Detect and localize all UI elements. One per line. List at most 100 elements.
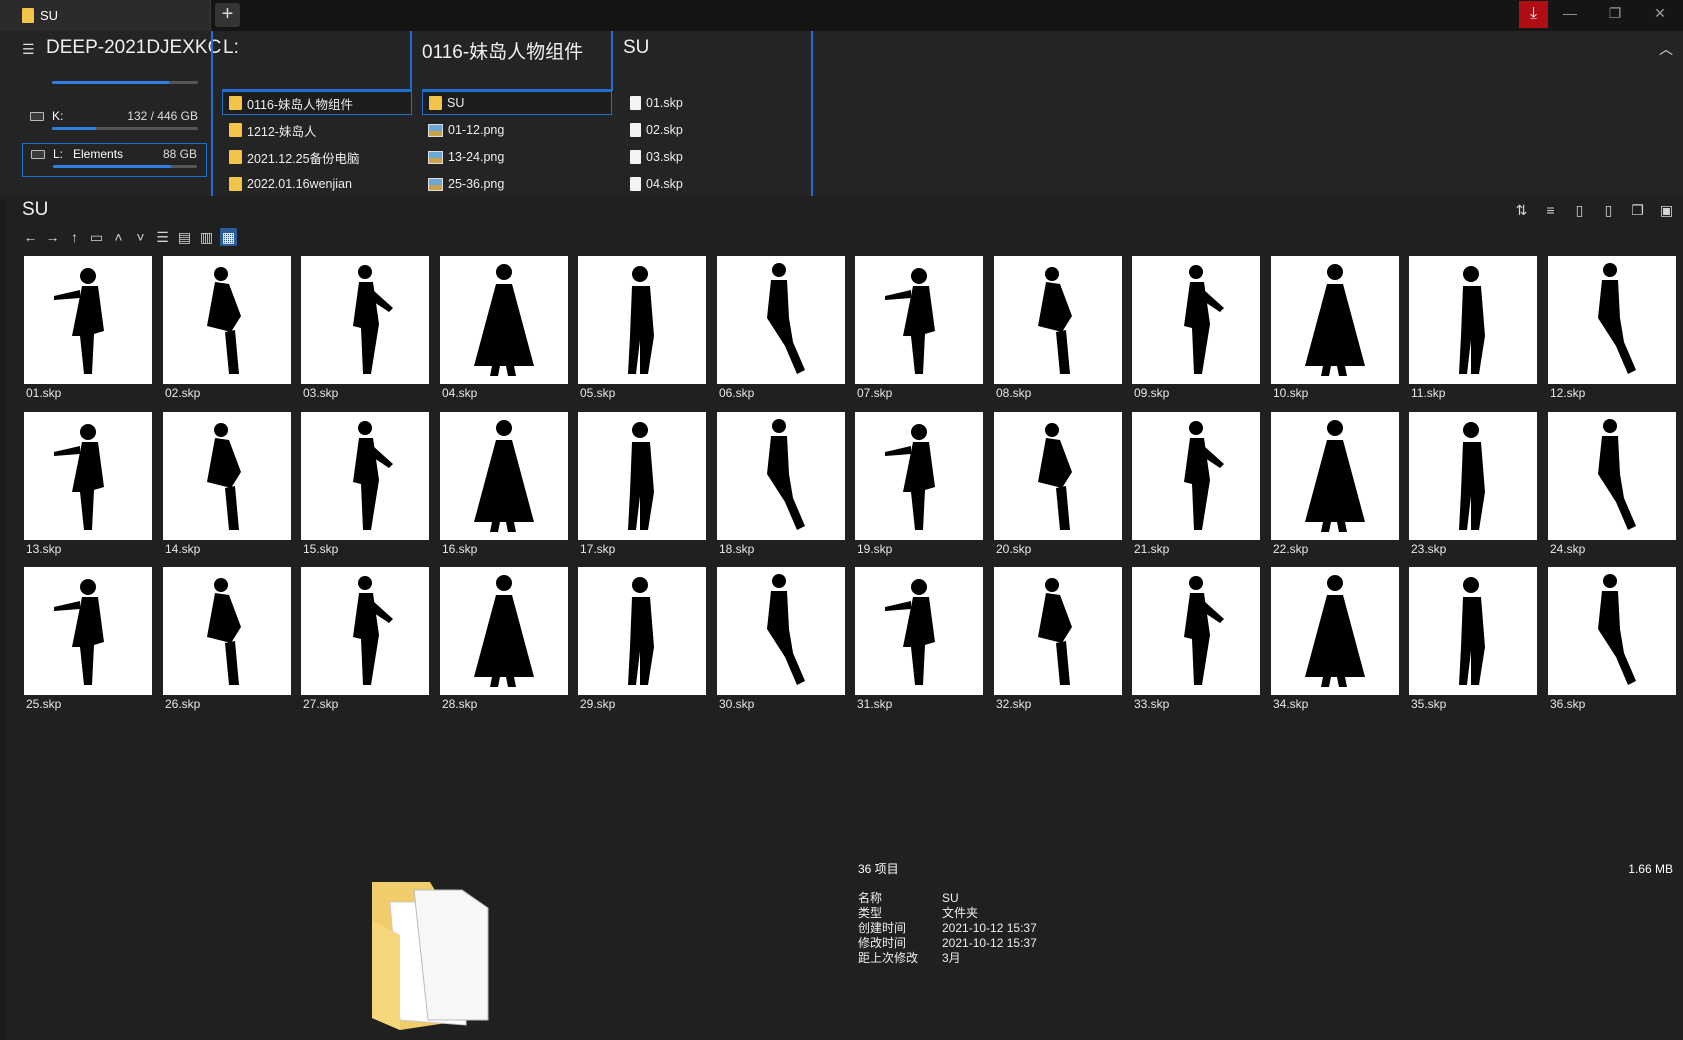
file-thumbnail[interactable]: 01.skp [24, 256, 152, 406]
file-thumbnail[interactable]: 12.skp [1548, 256, 1676, 406]
file-thumbnail[interactable]: 20.skp [994, 412, 1122, 562]
thumbnail-image [163, 256, 291, 384]
new-folder-icon[interactable]: ▯ [1600, 201, 1617, 219]
folder-item-1212[interactable]: 1212-妹岛人 [229, 118, 316, 142]
file-thumbnail[interactable]: 17.skp [578, 412, 706, 562]
file-item-png[interactable]: 13-24.png [428, 145, 504, 169]
file-thumbnail[interactable]: 15.skp [301, 412, 429, 562]
folder-nav-icon[interactable]: ▭ [88, 228, 105, 246]
file-name: 18.skp [719, 542, 755, 556]
paste-icon[interactable]: ▣ [1658, 201, 1675, 219]
file-thumbnail[interactable]: 32.skp [994, 567, 1122, 717]
file-name: 02.skp [165, 386, 201, 400]
drive-l[interactable]: L: Elements 88 GB [22, 143, 207, 177]
file-thumbnail[interactable]: 06.skp [717, 256, 845, 406]
file-item-skp[interactable]: 04.skp [630, 172, 683, 196]
file-thumbnail[interactable]: 35.skp [1409, 567, 1537, 717]
restore-button[interactable]: ❐ [1603, 5, 1627, 22]
column-title-computer: DEEP-2021DJEXKC [46, 37, 222, 58]
list-view-icon[interactable]: ☰ [154, 228, 171, 246]
file-thumbnail[interactable]: 07.skp [855, 256, 983, 406]
file-name: 28.skp [442, 697, 478, 711]
file-thumbnail[interactable]: 18.skp [717, 412, 845, 562]
file-thumbnail[interactable]: 25.skp [24, 567, 152, 717]
thumbnail-image [24, 412, 152, 540]
group-icon[interactable]: ≡ [1542, 201, 1559, 219]
file-name: 27.skp [303, 697, 339, 711]
forward-icon[interactable]: → [44, 228, 61, 246]
thumbnail-image [1271, 567, 1399, 695]
file-name: 20.skp [996, 542, 1032, 556]
folder-item-2021[interactable]: 2021.12.25备份电脑 [229, 145, 360, 169]
file-thumbnail[interactable]: 34.skp [1271, 567, 1399, 717]
sort-icon[interactable]: ⇅ [1513, 201, 1530, 219]
file-thumbnail[interactable]: 13.skp [24, 412, 152, 562]
chevron-down-icon[interactable]: ˅ [132, 228, 149, 246]
info-row: 距上次修改 3月 [858, 951, 1037, 966]
file-thumbnail[interactable]: 23.skp [1409, 412, 1537, 562]
file-thumbnail[interactable]: 16.skp [440, 412, 568, 562]
file-item-skp[interactable]: 01.skp [630, 91, 810, 115]
thumbnail-image [440, 567, 568, 695]
folder-label: SU [447, 96, 465, 110]
image-icon [428, 150, 443, 164]
file-thumbnail[interactable]: 22.skp [1271, 412, 1399, 562]
thumbnail-image [1132, 256, 1260, 384]
file-thumbnail[interactable]: 27.skp [301, 567, 429, 717]
back-icon[interactable]: ← [22, 228, 39, 246]
file-item-skp[interactable]: 03.skp [630, 145, 683, 169]
file-name: 09.skp [1134, 386, 1170, 400]
file-item-skp[interactable]: 02.skp [630, 118, 683, 142]
file-thumbnail[interactable]: 28.skp [440, 567, 568, 717]
file-label: 01-12.png [448, 123, 505, 137]
file-thumbnail[interactable]: 33.skp [1132, 567, 1260, 717]
file-thumbnail[interactable]: 02.skp [163, 256, 291, 406]
menu-icon[interactable]: ☰ [22, 41, 35, 58]
add-tab-button[interactable]: + [215, 3, 240, 27]
thumbnail-image [24, 567, 152, 695]
close-button[interactable]: ✕ [1648, 5, 1672, 22]
collapse-icon[interactable]: ︿ [1659, 39, 1673, 59]
chevron-up-icon[interactable]: ˄ [110, 228, 127, 246]
file-thumbnail[interactable]: 19.skp [855, 412, 983, 562]
file-thumbnail[interactable]: 08.skp [994, 256, 1122, 406]
tab-su[interactable]: SU [0, 0, 211, 31]
file-thumbnail[interactable]: 10.skp [1271, 256, 1399, 406]
folder-item-su[interactable]: SU [422, 91, 612, 115]
copy-icon[interactable]: ❐ [1629, 201, 1646, 219]
file-thumbnail[interactable]: 26.skp [163, 567, 291, 717]
image-icon [428, 123, 443, 137]
file-name: 13.skp [26, 542, 62, 556]
drive-k[interactable]: K: 132 / 446 GB [22, 106, 207, 136]
file-thumbnail[interactable]: 29.skp [578, 567, 706, 717]
thumbnail-image [301, 567, 429, 695]
folder-item-2022[interactable]: 2022.01.16wenjian [229, 172, 352, 196]
download-icon[interactable]: ⤓ [1519, 1, 1548, 28]
file-item-png[interactable]: 01-12.png [428, 118, 504, 142]
folder-icon [22, 8, 34, 23]
detail-view-icon[interactable]: ▤ [176, 228, 193, 246]
new-file-icon[interactable]: ▯ [1571, 201, 1588, 219]
file-thumbnail[interactable]: 30.skp [717, 567, 845, 717]
minimize-button[interactable]: — [1558, 5, 1582, 21]
file-thumbnail[interactable]: 09.skp [1132, 256, 1260, 406]
file-thumbnail[interactable]: 04.skp [440, 256, 568, 406]
file-thumbnail[interactable]: 36.skp [1548, 567, 1676, 717]
file-thumbnail[interactable]: 03.skp [301, 256, 429, 406]
file-label: 04.skp [646, 177, 683, 191]
thumbnail-view-icon[interactable]: ▦ [220, 228, 237, 246]
file-thumbnail[interactable]: 24.skp [1548, 412, 1676, 562]
file-thumbnail[interactable]: 31.skp [855, 567, 983, 717]
folder-item-0116[interactable]: 0116-妹岛人物组件 [222, 91, 412, 115]
file-thumbnail[interactable]: 11.skp [1409, 256, 1537, 406]
up-icon[interactable]: ↑ [66, 228, 83, 246]
drive-partial[interactable] [22, 75, 207, 89]
file-thumbnail[interactable]: 14.skp [163, 412, 291, 562]
drive-icon [31, 150, 45, 159]
tile-view-icon[interactable]: ▥ [198, 228, 215, 246]
file-thumbnail[interactable]: 21.skp [1132, 412, 1260, 562]
file-thumbnail[interactable]: 05.skp [578, 256, 706, 406]
thumbnail-image [1409, 412, 1537, 540]
file-item-png[interactable]: 25-36.png [428, 172, 504, 196]
file-label: 01.skp [646, 96, 683, 110]
